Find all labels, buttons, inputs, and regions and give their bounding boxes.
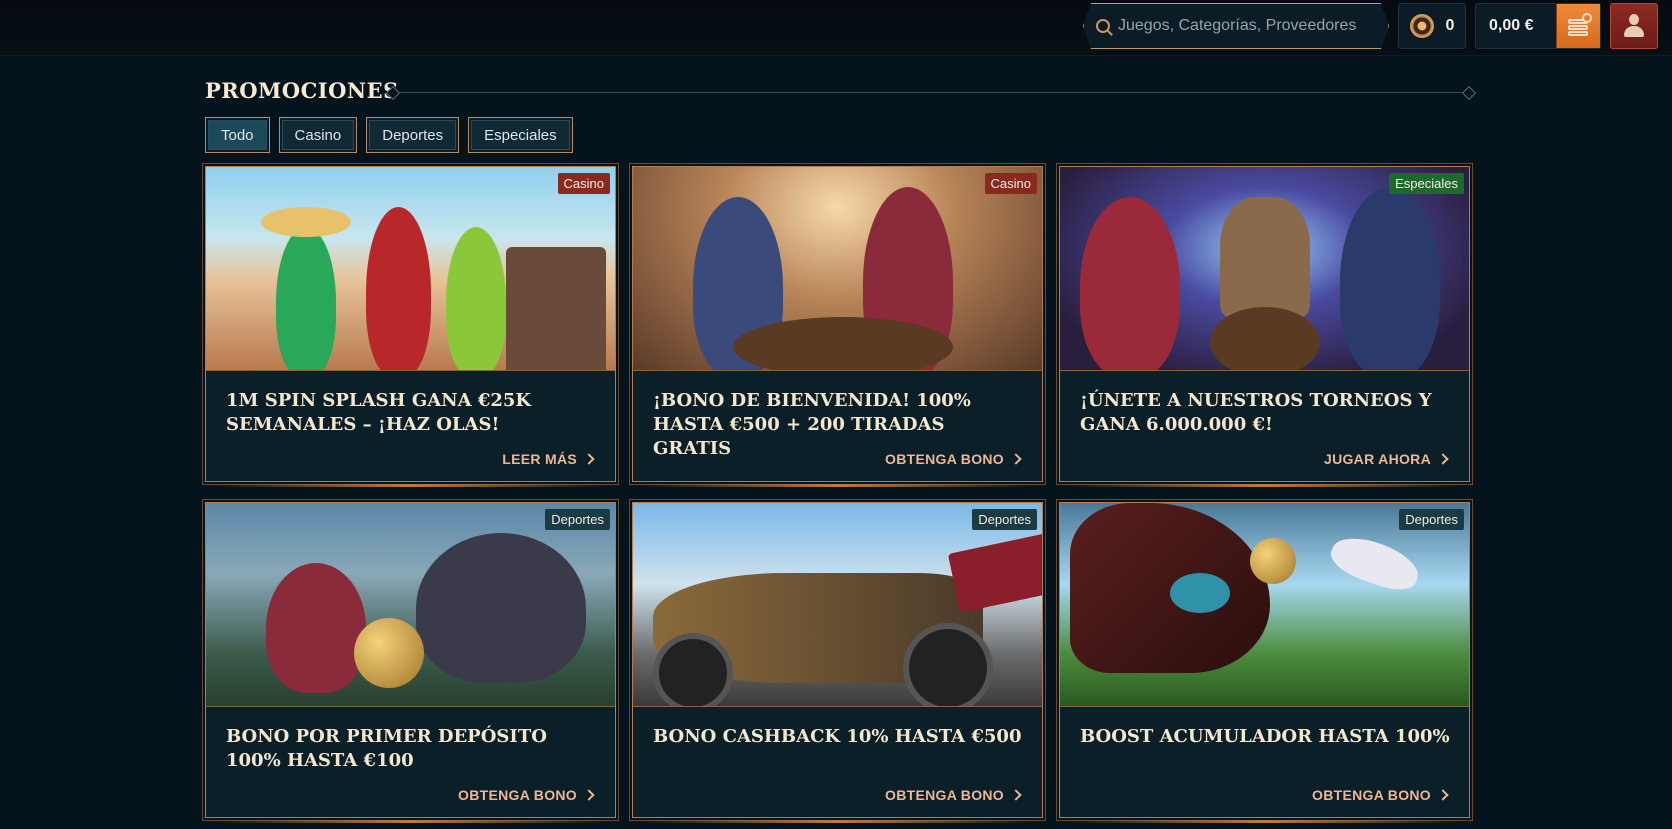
tab-casino[interactable]: Casino — [278, 117, 358, 153]
search-box[interactable] — [1083, 3, 1389, 49]
cta-label: JUGAR AHORA — [1323, 451, 1431, 467]
chevron-right-icon — [1437, 453, 1449, 465]
promo-card[interactable]: Deportes Bono por primer depósito 100% h… — [205, 502, 616, 823]
promo-image: Especiales — [1060, 167, 1469, 371]
promo-cta-button[interactable]: OBTENGA BONO — [458, 787, 595, 803]
deposit-button[interactable] — [1556, 4, 1600, 48]
promotions-grid: Casino 1M Spin Splash gana €25K semanale… — [205, 166, 1470, 823]
promo-card[interactable]: Deportes Bono cashback 10% hasta €500 OB… — [632, 502, 1043, 823]
promo-image: Deportes — [633, 503, 1042, 707]
promo-image: Deportes — [206, 503, 615, 707]
user-icon — [1623, 14, 1645, 38]
promo-title: ¡Únete a nuestros torneos y gana 6.000.0… — [1080, 390, 1432, 435]
promo-card[interactable]: Deportes Boost acumulador hasta 100% OBT… — [1059, 502, 1470, 823]
user-account-button[interactable] — [1610, 3, 1658, 49]
cta-label: LEER MÁS — [502, 451, 577, 467]
chevron-right-icon — [1010, 453, 1022, 465]
search-input[interactable] — [1118, 17, 1378, 35]
category-badge: Especiales — [1389, 173, 1464, 194]
promo-title: Bono cashback 10% hasta €500 — [653, 726, 1022, 747]
balance-amount: 0,00 € — [1489, 17, 1534, 34]
promo-title: Bono por primer depósito 100% hasta €100 — [226, 726, 547, 771]
filter-tabs: Todo Casino Deportes Especiales — [205, 117, 573, 153]
promo-card[interactable]: Casino ¡Bono de bienvenida! 100% hasta €… — [632, 166, 1043, 487]
balance-box: 0,00 € — [1475, 3, 1601, 49]
cta-label: OBTENGA BONO — [1312, 787, 1431, 803]
chevron-right-icon — [583, 453, 595, 465]
promo-cta-button[interactable]: JUGAR AHORA — [1323, 451, 1449, 467]
category-badge: Deportes — [972, 509, 1037, 530]
promo-image: Casino — [633, 167, 1042, 371]
category-badge: Casino — [557, 173, 610, 194]
category-badge: Deportes — [545, 509, 610, 530]
promo-cta-button[interactable]: OBTENGA BONO — [885, 451, 1022, 467]
title-divider — [392, 92, 1470, 93]
search-icon — [1096, 19, 1110, 33]
top-bar: 0 0,00 € — [0, 0, 1672, 56]
page-title: PROMOCIONES — [205, 78, 399, 103]
tab-especiales[interactable]: Especiales — [468, 117, 573, 153]
chevron-right-icon — [1010, 789, 1022, 801]
promo-cta-button[interactable]: LEER MÁS — [502, 451, 595, 467]
promo-title: Boost acumulador hasta 100% — [1080, 726, 1450, 747]
promo-cta-button[interactable]: OBTENGA BONO — [885, 787, 1022, 803]
coin-icon — [1409, 14, 1434, 38]
category-badge: Casino — [984, 173, 1037, 194]
coins-button[interactable]: 0 — [1398, 3, 1466, 49]
cta-label: OBTENGA BONO — [885, 787, 1004, 803]
promo-card[interactable]: Especiales ¡Únete a nuestros torneos y g… — [1059, 166, 1470, 487]
chevron-right-icon — [1437, 789, 1449, 801]
promo-title: 1M Spin Splash gana €25K semanales – ¡Ha… — [226, 390, 532, 435]
coins-stack-icon — [1566, 13, 1592, 39]
chevron-right-icon — [583, 789, 595, 801]
tab-deportes[interactable]: Deportes — [366, 117, 460, 153]
promo-image: Deportes — [1060, 503, 1469, 707]
promo-image: Casino — [206, 167, 615, 371]
tab-todo[interactable]: Todo — [205, 117, 270, 153]
promo-card[interactable]: Casino 1M Spin Splash gana €25K semanale… — [205, 166, 616, 487]
cta-label: OBTENGA BONO — [458, 787, 577, 803]
coins-count: 0 — [1445, 17, 1455, 34]
promo-cta-button[interactable]: OBTENGA BONO — [1312, 787, 1449, 803]
cta-label: OBTENGA BONO — [885, 451, 1004, 467]
category-badge: Deportes — [1399, 509, 1464, 530]
